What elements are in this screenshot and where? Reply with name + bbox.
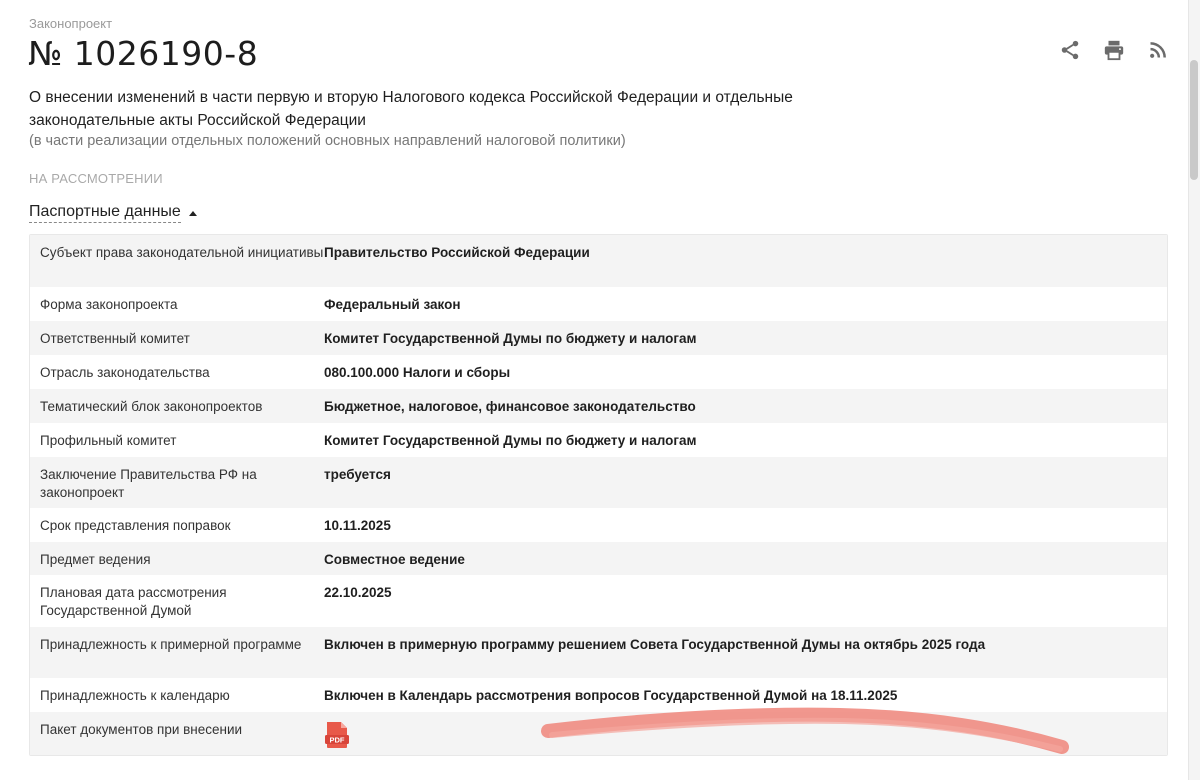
row-value: требуется (324, 467, 391, 482)
bill-number: № 1026190-8 (28, 34, 259, 73)
row-key: Срок представления поправок (40, 518, 231, 533)
pdf-label: PDF (330, 736, 345, 745)
row-key: Субъект права законодательной инициативы (40, 245, 324, 260)
bill-subtitle: (в части реализации отдельных положений … (29, 133, 626, 149)
row-key: Форма законопроекта (40, 297, 178, 312)
table-row: Принадлежность к примерной программе Вкл… (30, 627, 1167, 678)
passport-table: Субъект права законодательной инициативы… (29, 234, 1168, 756)
row-value: Комитет Государственной Думы по бюджету … (324, 331, 697, 346)
table-row: Отрасль законодательства 080.100.000 Нал… (30, 355, 1167, 389)
row-key: Пакет документов при внесении (40, 722, 243, 737)
row-key: Принадлежность к календарю (40, 688, 230, 703)
row-value: Федеральный закон (324, 297, 461, 312)
table-row: Профильный комитет Комитет Государственн… (30, 423, 1167, 457)
row-key: Заключение Правительства РФ на законопро… (40, 467, 257, 500)
scrollbar-thumb[interactable] (1190, 60, 1198, 180)
caret-up-icon (188, 210, 197, 216)
row-value: 080.100.000 Налоги и сборы (324, 365, 511, 380)
bill-page: Законопроект № 1026190-8 О внесении изме… (0, 0, 1188, 780)
row-key: Ответственный комитет (40, 331, 190, 346)
row-value: Совместное ведение (324, 552, 465, 567)
row-value: 22.10.2025 (324, 585, 392, 600)
passport-toggle[interactable]: Паспортные данные (29, 203, 197, 223)
row-value: Бюджетное, налоговое, финансовое законод… (324, 399, 696, 414)
row-value: Включен в примерную программу решением С… (324, 637, 986, 652)
table-row: Субъект права законодательной инициативы… (30, 235, 1167, 287)
highlight-stroke (541, 707, 1069, 754)
print-icon (1104, 40, 1124, 61)
row-key: Тематический блок законопроектов (40, 399, 263, 414)
status-label: НА РАССМОТРЕНИИ (29, 171, 163, 186)
row-key: Предмет ведения (40, 552, 151, 567)
print-button[interactable] (1102, 38, 1126, 62)
row-value: Правительство Российской Федерации (324, 245, 590, 260)
rss-button[interactable] (1146, 38, 1170, 62)
share-button[interactable] (1058, 38, 1082, 62)
table-row: Ответственный комитет Комитет Государств… (30, 321, 1167, 355)
page-kicker: Законопроект (29, 16, 113, 31)
table-row: Форма законопроекта Федеральный закон (30, 287, 1167, 321)
rss-icon (1150, 42, 1166, 58)
bill-title: О внесении изменений в части первую и вт… (29, 89, 793, 129)
page-actions (1058, 38, 1170, 62)
row-key: Принадлежность к примерной программе (40, 637, 302, 652)
row-key: Плановая дата рассмотрения Государственн… (40, 585, 227, 618)
scrollbar[interactable] (1188, 0, 1200, 780)
row-value: 10.11.2025 (324, 518, 391, 533)
share-icon (1061, 40, 1079, 60)
table-row: Заключение Правительства РФ на законопро… (30, 457, 1167, 508)
table-row: Тематический блок законопроектов Бюджетн… (30, 389, 1167, 423)
row-value: Комитет Государственной Думы по бюджету … (324, 433, 697, 448)
passport-toggle-label: Паспортные данные (29, 203, 181, 223)
table-row: Срок представления поправок 10.11.2025 (30, 508, 1167, 542)
table-row: Предмет ведения Совместное ведение (30, 542, 1167, 575)
row-key: Профильный комитет (40, 433, 177, 448)
row-key: Отрасль законодательства (40, 365, 210, 380)
table-row: Плановая дата рассмотрения Государственн… (30, 575, 1167, 627)
pdf-download-link[interactable]: PDF (324, 721, 350, 749)
pdf-icon: PDF (325, 722, 349, 748)
